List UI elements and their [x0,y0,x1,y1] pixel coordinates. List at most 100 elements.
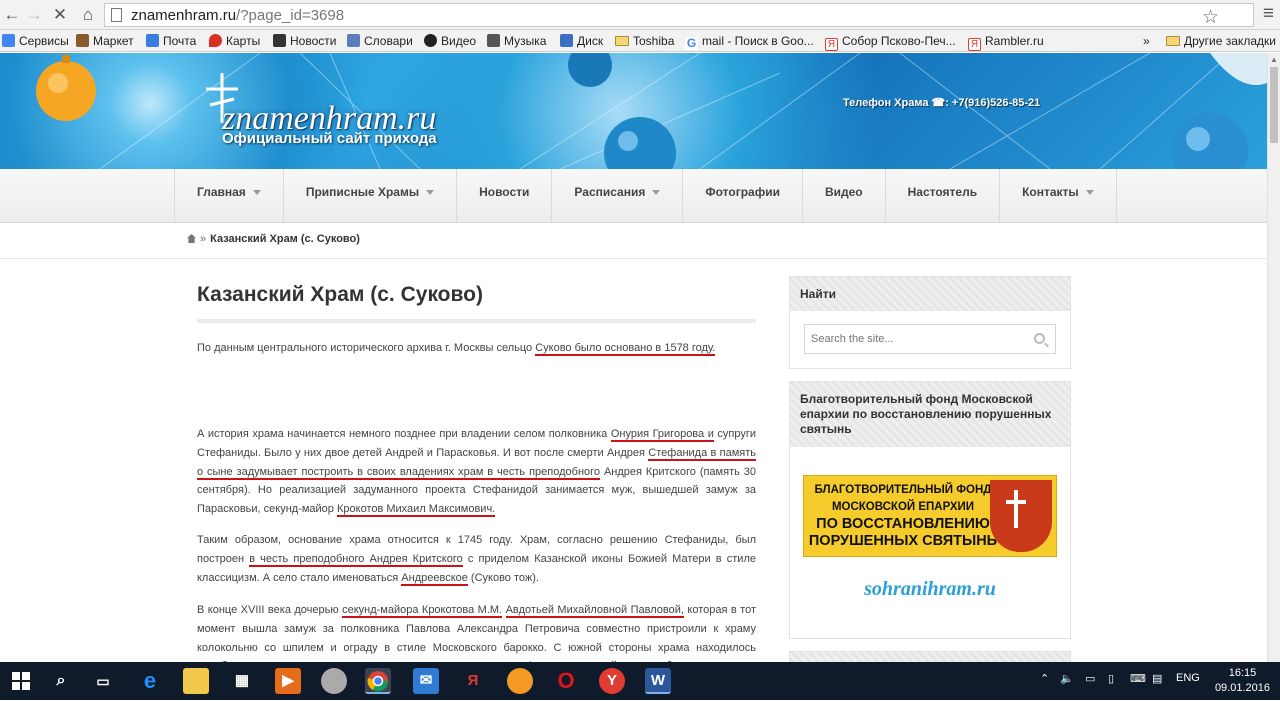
bookmark-rambler[interactable]: Я Rambler.ru [968,33,1044,51]
underline-mark: секунд-майора Крокотова М.М. [342,604,503,618]
app-icon[interactable] [507,668,533,694]
nav-item-photos[interactable]: Фотографии [683,169,803,223]
title-divider [197,319,756,323]
folder-icon [1166,36,1180,46]
nav-item-churches[interactable]: Приписные Храмы [284,169,458,223]
bookmark-disk[interactable]: Диск [560,33,603,49]
page-icon [111,8,122,22]
underline-mark: Онурия Григорова и [610,428,714,442]
fund-site-link[interactable]: sohranihram.ru [790,578,1070,601]
url-host: znamenhram.ru [131,7,237,24]
bookmark-news[interactable]: Новости [273,33,336,49]
google-icon: G [685,36,698,50]
site-header-banner: znamenhram.ru Официальный сайт прихода Т… [0,53,1267,169]
video-icon [424,34,437,47]
nav-item-home[interactable]: Главная [175,169,284,223]
bookmark-dictionaries[interactable]: Словари [347,33,413,49]
notification-icon[interactable]: ▤ [1152,672,1162,685]
bookmark-sobor[interactable]: Я Собор Псково-Печ... [825,33,956,51]
app-icon[interactable] [321,668,347,694]
store-icon[interactable]: ▦ [229,668,255,694]
chrome-icon[interactable] [365,668,391,694]
paragraph-2: А история храма начинается немного поздн… [197,428,756,518]
url-path: /?page_id=3698 [236,7,345,24]
fund-banner-text: БЛАГОТВОРИТЕЛЬНЫЙ ФОНД МОСКОВСКОЙ ЕПАРХИ… [808,484,998,549]
opera-icon[interactable]: O [553,668,579,694]
search-input[interactable] [805,325,1025,353]
bookmarks-bar: Сервисы Маркет Почта Карты Новости Слова… [0,30,1280,52]
search-widget-title: Найти [790,277,1070,311]
battery-icon[interactable]: ▭ [1085,672,1095,685]
breadcrumb-bar: » Казанский Храм (с. Суково) [0,223,1267,259]
address-toolbar: ← → ✕ ⌂ znamenhram.ru/?page_id=3698 ☆ ≡ [0,0,1280,30]
bookmark-video[interactable]: Видео [424,33,476,49]
keyboard-icon[interactable]: ⌨ [1130,672,1146,685]
market-icon [76,34,89,47]
mail-icon[interactable]: ✉ [413,668,439,694]
underline-mark: Суково было основано в 1578 году. [535,342,716,356]
page-scrollbar[interactable]: ▲ [1267,53,1280,662]
home-icon[interactable]: ⌂ [78,5,98,25]
page-title: Казанский Храм (с. Суково) [197,283,483,306]
tray-up-icon[interactable]: ⌃ [1040,672,1049,685]
stop-icon[interactable]: ✕ [50,5,70,25]
input-language[interactable]: ENG [1176,672,1200,684]
task-view-icon[interactable]: ▭ [90,668,116,694]
nav-item-news[interactable]: Новости [457,169,553,223]
scroll-up-icon[interactable]: ▲ [1270,55,1278,64]
menu-icon[interactable]: ≡ [1263,4,1274,24]
edge-icon[interactable]: e [137,668,163,694]
bookmark-toshiba[interactable]: Toshiba [615,33,674,49]
search-icon[interactable] [1034,333,1045,344]
page-viewport: znamenhram.ru Официальный сайт прихода Т… [0,53,1267,662]
nav-item-rector[interactable]: Настоятель [886,169,1001,223]
forward-icon[interactable]: → [24,5,44,25]
music-icon [487,34,500,47]
windows-taskbar: ⌕ ▭ e ▦ ▶ ✉ Я O Y W ⌃ 🔈 ▭ ▯ ⌨ ▤ ENG 16:1… [0,662,1280,700]
nav-item-schedules[interactable]: Расписания [552,169,684,223]
other-bookmarks[interactable]: Другие закладки [1166,33,1276,49]
header-phone: Телефон Храма ☎: +7(916)526-85-21 [843,97,1041,109]
bookmark-google-search[interactable]: Gmail - Поиск в Goo... [685,33,814,50]
bookmark-maps[interactable]: Карты [209,33,260,49]
network-icon[interactable]: ▯ [1108,672,1114,685]
home-icon[interactable] [187,234,196,243]
breadcrumb-separator: » [200,233,207,245]
search-icon[interactable]: ⌕ [48,668,74,694]
bookmark-services[interactable]: Сервисы [2,33,69,49]
yandex-browser-icon[interactable]: Y [599,668,625,694]
word-icon[interactable]: W [645,668,671,694]
paragraph-1: По данным центрального исторического арх… [197,342,716,356]
start-icon[interactable] [8,668,34,694]
breadcrumb: » Казанский Храм (с. Суково) [187,233,360,245]
underline-mark: Крокотов Михаил Максимович. [336,503,496,518]
dictionary-icon [347,34,360,47]
news-icon [273,34,286,47]
bookmark-star-icon[interactable]: ☆ [1202,8,1219,28]
search-box [804,324,1056,354]
scroll-thumb[interactable] [1270,67,1278,143]
system-clock[interactable]: 16:15 09.01.2016 [1215,666,1270,696]
volume-icon[interactable]: 🔈 [1060,672,1074,685]
nav-item-video[interactable]: Видео [803,169,886,223]
chevron-down-icon [426,190,435,195]
file-explorer-icon[interactable] [183,668,209,694]
nav-item-contacts[interactable]: Контакты [1000,169,1117,223]
bookmark-mail[interactable]: Почта [146,33,196,49]
paragraph-3: Таким образом, основание храма относится… [197,534,756,586]
fund-widget: Благотворительный фонд Московской епархи… [789,381,1071,639]
media-player-icon[interactable]: ▶ [275,668,301,694]
yandex-icon[interactable]: Я [460,668,486,694]
search-widget: Найти [789,276,1071,369]
cross-icon [1014,490,1018,528]
bookmarks-more-button[interactable]: » [1143,33,1150,49]
bookmark-music[interactable]: Музыка [487,33,546,49]
bookmark-market[interactable]: Маркет [76,33,134,49]
breadcrumb-current: Казанский Храм (с. Суково) [210,233,360,245]
fund-banner[interactable]: БЛАГОТВОРИТЕЛЬНЫЙ ФОНД МОСКОВСКОЙ ЕПАРХИ… [803,475,1057,557]
yandex-icon: Я [825,38,838,51]
fund-logo [990,480,1052,552]
back-icon[interactable]: ← [2,5,22,25]
browser-window: ← → ✕ ⌂ znamenhram.ru/?page_id=3698 ☆ ≡ … [0,0,1280,700]
url-field[interactable]: znamenhram.ru/?page_id=3698 ☆ [104,3,1254,28]
